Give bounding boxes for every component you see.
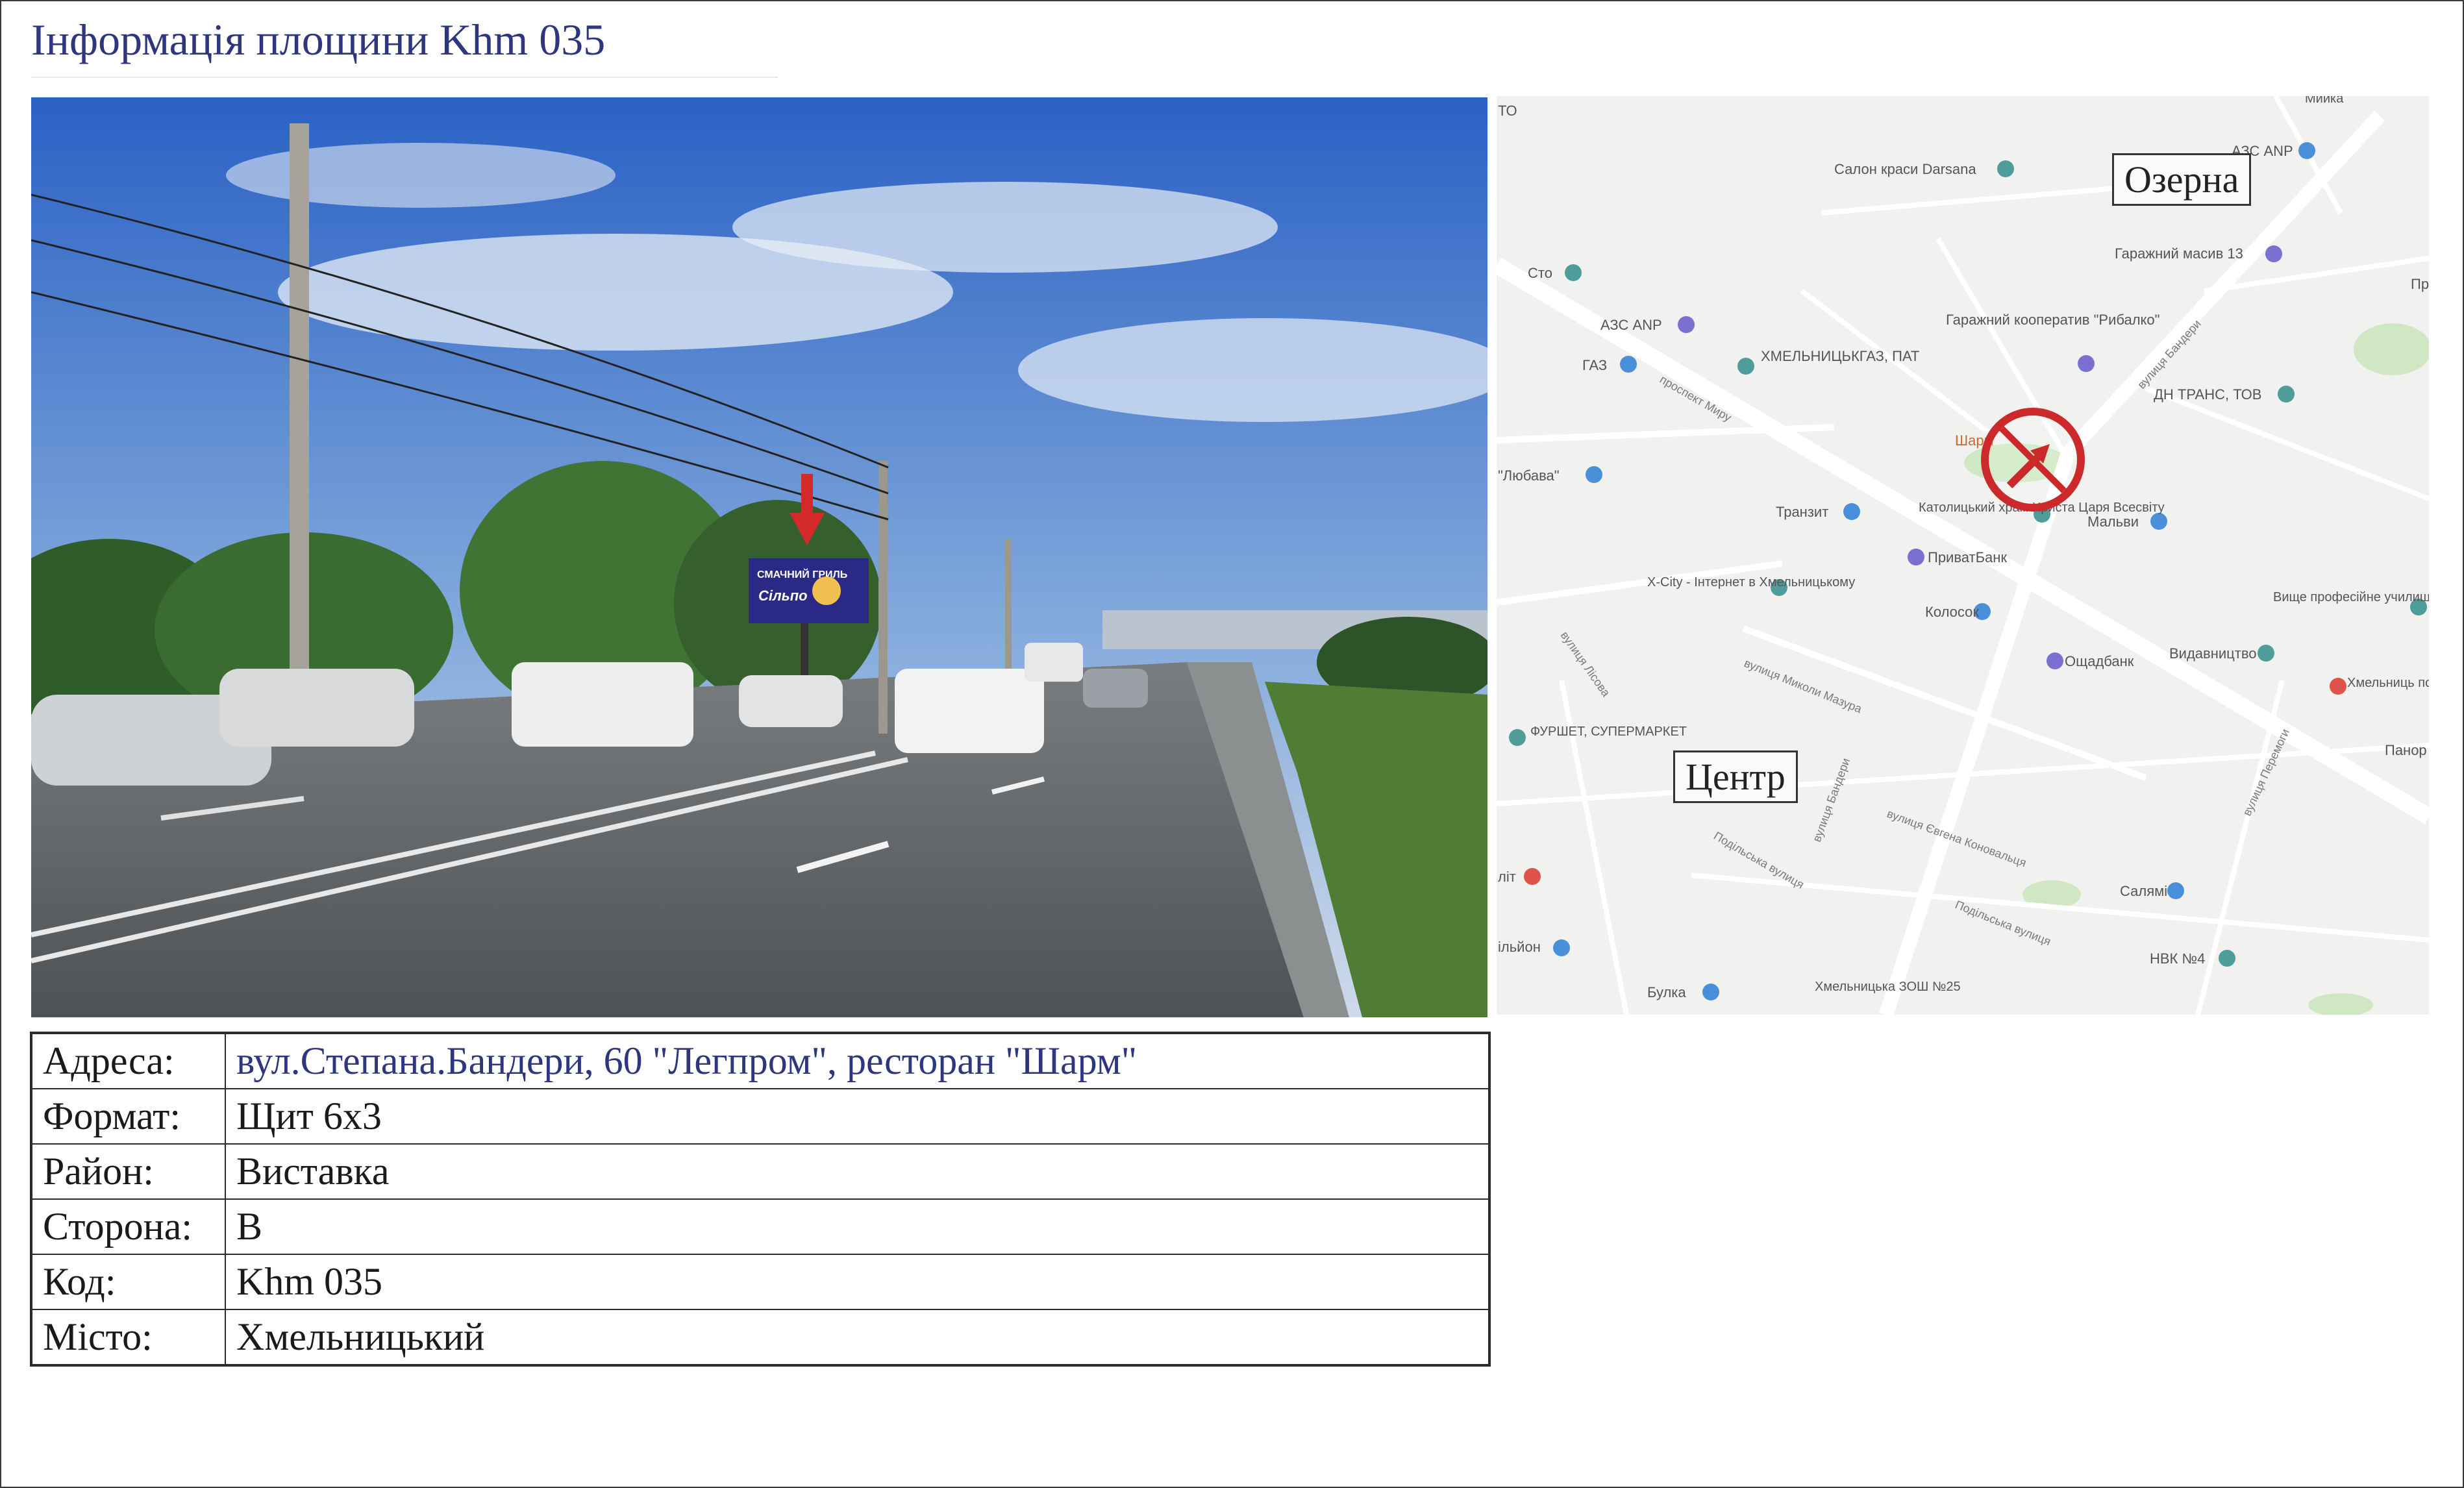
- map-pin[interactable]: [2278, 386, 2295, 403]
- map-pin[interactable]: [2330, 678, 2346, 695]
- map-pin[interactable]: [1908, 549, 1924, 565]
- map-place-name: Гаражний масив 13: [2115, 245, 2243, 262]
- address-value: вул.Степана.Бандери, 60 "Легпром", ресто…: [225, 1032, 1490, 1089]
- map-place-name: Мальви: [2087, 514, 2139, 530]
- map-pin[interactable]: [2219, 950, 2235, 967]
- map-label-centr: Центр: [1673, 750, 1798, 803]
- side-value: B: [225, 1198, 1490, 1255]
- row-label: Код:: [31, 1254, 226, 1310]
- map-pin[interactable]: [1843, 503, 1860, 520]
- map-place-name: "Любава": [1498, 467, 1560, 484]
- map-pin[interactable]: [2078, 355, 2095, 372]
- map-place-name: літ: [1498, 869, 1516, 885]
- table-row: Район: Виставка: [31, 1143, 1490, 1200]
- map-place-name: НВК №4: [2150, 950, 2205, 967]
- map-place-name: Гаражний кооператив "Рибалко": [1946, 312, 2159, 328]
- map-place-name: Сто: [1528, 265, 1552, 281]
- map-place-name: ХМЕЛЬНИЦЬКГАЗ, ПАТ: [1761, 348, 1919, 364]
- map-pin[interactable]: [2298, 142, 2315, 159]
- red-arrow-shaft: [801, 474, 813, 519]
- table-row: Формат: Щит 6x3: [31, 1088, 1490, 1145]
- city-value: Хмельницький: [225, 1309, 1490, 1366]
- map-pin[interactable]: [1702, 984, 1719, 1000]
- title-divider: [31, 77, 778, 78]
- row-label: Місто:: [31, 1309, 226, 1366]
- table-row: Місто: Хмельницький: [31, 1309, 1490, 1366]
- map-place-name: ДН ТРАНС, ТОВ: [2154, 386, 2261, 403]
- map-pin[interactable]: [1678, 316, 1695, 333]
- map-label-ozerna: Озерна: [2112, 153, 2252, 206]
- map-place-name: Видавництво: [2169, 645, 2257, 662]
- street-photo-illustration: СМАЧНИЙ ГРИЛЬ Сільпо: [31, 97, 1487, 1017]
- map-canvas: Салон краси Darsana АЗС ANP Гаражний мас…: [1497, 96, 2429, 1015]
- map-pin[interactable]: [1586, 466, 1602, 483]
- page-title: Інформація площини Khm 035: [31, 15, 606, 64]
- map-place-name: ГАЗ: [1582, 357, 1607, 373]
- map-pin[interactable]: [2150, 513, 2167, 530]
- district-value: Виставка: [225, 1143, 1490, 1200]
- street-photo: СМАЧНИЙ ГРИЛЬ Сільпо: [31, 97, 1487, 1017]
- map-place-name: Транзит: [1776, 504, 1828, 520]
- row-label: Район:: [31, 1143, 226, 1200]
- map-place-name: X-City - Інтернет в Хмельницькому: [1647, 575, 1855, 589]
- map-place-name: Панор: [2385, 742, 2427, 758]
- map-place-name: Салон краси Darsana: [1834, 161, 1976, 177]
- row-label: Адреса:: [31, 1032, 226, 1089]
- map-place-name: Хмельницька ЗОШ №25: [1815, 980, 1961, 994]
- map-place-name: Вище професійне училище №25: [2273, 590, 2429, 604]
- map-pin[interactable]: [1509, 729, 1526, 746]
- map-pin[interactable]: [2265, 245, 2282, 262]
- map-place-name: ФУРШЕТ, СУПЕРМАРКЕТ: [1530, 725, 1687, 739]
- map-pin[interactable]: [1553, 939, 1570, 956]
- map-place-name: АЗС ANP: [1600, 317, 1662, 333]
- location-marker-icon[interactable]: [1981, 408, 2085, 512]
- map-pin[interactable]: [2167, 882, 2184, 899]
- map-pin[interactable]: [1737, 358, 1754, 375]
- map-pin[interactable]: [1565, 264, 1582, 281]
- map-pin[interactable]: [2258, 645, 2274, 662]
- map-place-name: Булка: [1647, 984, 1686, 1000]
- table-row: Сторона: B: [31, 1198, 1490, 1255]
- map-place-name: ПриватБанк: [1928, 549, 2007, 565]
- map-place-name: Салямі: [2120, 883, 2167, 899]
- map-place-name: Пр: [2411, 276, 2429, 292]
- map-pin[interactable]: [2047, 652, 2063, 669]
- row-label: Формат:: [31, 1088, 226, 1145]
- location-map[interactable]: Салон краси Darsana АЗС ANP Гаражний мас…: [1497, 96, 2429, 1015]
- map-place-name: Хмельниць поліклінік: [2347, 676, 2429, 690]
- row-label: Сторона:: [31, 1198, 226, 1255]
- map-place-name: Ощадбанк: [2065, 653, 2134, 669]
- table-row: Код: Khm 035: [31, 1254, 1490, 1310]
- table-row: Адреса: вул.Степана.Бандери, 60 "Легпром…: [31, 1032, 1490, 1089]
- map-pin[interactable]: [1524, 868, 1541, 885]
- map-place-name: Колосок: [1925, 604, 1979, 620]
- code-value: Khm 035: [225, 1254, 1490, 1310]
- format-value: Щит 6x3: [225, 1088, 1490, 1145]
- billboard-brand: Сільпо: [758, 588, 808, 604]
- map-pin[interactable]: [1997, 160, 2014, 177]
- info-table: Адреса: вул.Степана.Бандери, 60 "Легпром…: [30, 1032, 1491, 1367]
- map-place-name: ільйон: [1498, 939, 1541, 955]
- map-pin[interactable]: [1620, 356, 1637, 373]
- map-place-name: ТО: [1498, 103, 1517, 119]
- map-place-name: Мийка: [2305, 96, 2344, 106]
